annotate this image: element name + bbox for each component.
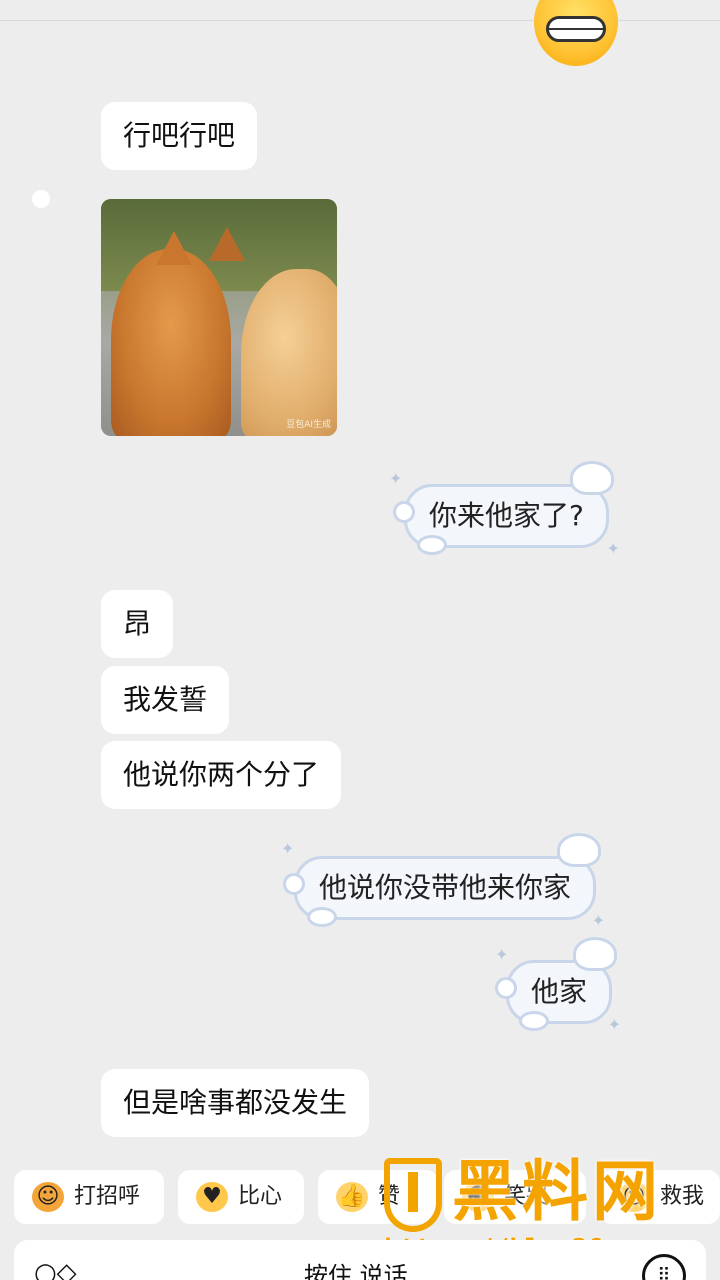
quick-reply-heart[interactable]: ♥ 比心: [178, 1170, 304, 1224]
cloud-deco-icon: [393, 501, 415, 523]
message-bubble-received[interactable]: 行吧行吧: [101, 102, 258, 170]
sparkle-icon: ✦: [495, 945, 509, 964]
message-bubble-received[interactable]: 昂: [101, 590, 174, 658]
message-text: 他家: [531, 975, 588, 1008]
sparkle-icon: ✦: [606, 539, 620, 558]
cloud-deco-icon: [557, 833, 602, 867]
keyboard-icon[interactable]: ⠿: [642, 1254, 686, 1280]
message-text: 但是啥事都没发生: [123, 1086, 348, 1119]
grinning-face-icon[interactable]: [534, 0, 618, 66]
cloud-deco-icon: [573, 937, 618, 971]
sparkle-icon: ✦: [389, 469, 403, 488]
orange-cat-shape: [111, 249, 231, 436]
message-sticker-sent[interactable]: ✦ ✦ 你来他家了?: [389, 461, 620, 557]
message-text: 他说你没带他来你家: [319, 871, 572, 904]
finger-heart-emoji-icon: ♥: [196, 1182, 228, 1212]
sparkle-icon: ✦: [591, 911, 606, 930]
message-text: 你来他家了?: [429, 499, 584, 532]
cloud-deco-icon: [569, 461, 614, 495]
cream-cat-shape: [241, 269, 337, 436]
cloud-deco-icon: [519, 1011, 549, 1031]
quick-reply-greet[interactable]: ☺ 打招呼: [14, 1170, 164, 1224]
cloud-deco-icon: [417, 535, 447, 555]
cloud-deco-icon: [283, 873, 305, 895]
message-text: 昂: [123, 607, 152, 640]
message-bubble-received[interactable]: 但是啥事都没发生: [101, 1069, 370, 1137]
hold-to-talk-label: 按住 说话: [304, 1262, 408, 1280]
message-bubble-received[interactable]: 我发誓: [101, 666, 230, 734]
message-text: 我发誓: [123, 683, 208, 716]
message-bubble-received[interactable]: 他说你两个分了: [101, 741, 342, 809]
voice-input-bar[interactable]: ○◇ 按住 说话 ⠿: [14, 1240, 706, 1280]
cat-ear-shape: [209, 227, 245, 261]
sparkle-icon: ✦: [281, 839, 295, 858]
cloud-deco-icon: [307, 907, 337, 927]
play-indicator-icon: [32, 190, 50, 208]
sparkle-icon: ✦: [607, 1015, 622, 1034]
cat-image-message[interactable]: 豆包AI生成: [101, 199, 337, 436]
cat-ear-shape: [156, 231, 192, 265]
chip-label: 比心: [238, 1184, 283, 1209]
image-watermark: 豆包AI生成: [286, 420, 331, 430]
teeth-shape: [546, 16, 606, 42]
waving-emoji-icon: ☺: [32, 1182, 64, 1212]
chip-label: 打招呼: [74, 1184, 141, 1209]
thumbs-up-icon: 👍: [336, 1182, 368, 1212]
message-text: 行吧行吧: [123, 119, 236, 152]
message-text: 他说你两个分了: [123, 758, 320, 791]
watermark-logo-icon: [384, 1158, 442, 1232]
shapes-icon[interactable]: ○◇: [34, 1260, 77, 1280]
message-sticker-sent[interactable]: ✦ ✦ 他说你没带他来你家: [281, 833, 605, 929]
cloud-deco-icon: [495, 977, 517, 999]
message-sticker-sent[interactable]: ✦ ✦ 他家: [495, 937, 621, 1033]
watermark-brand: 黑料网: [452, 1153, 662, 1230]
